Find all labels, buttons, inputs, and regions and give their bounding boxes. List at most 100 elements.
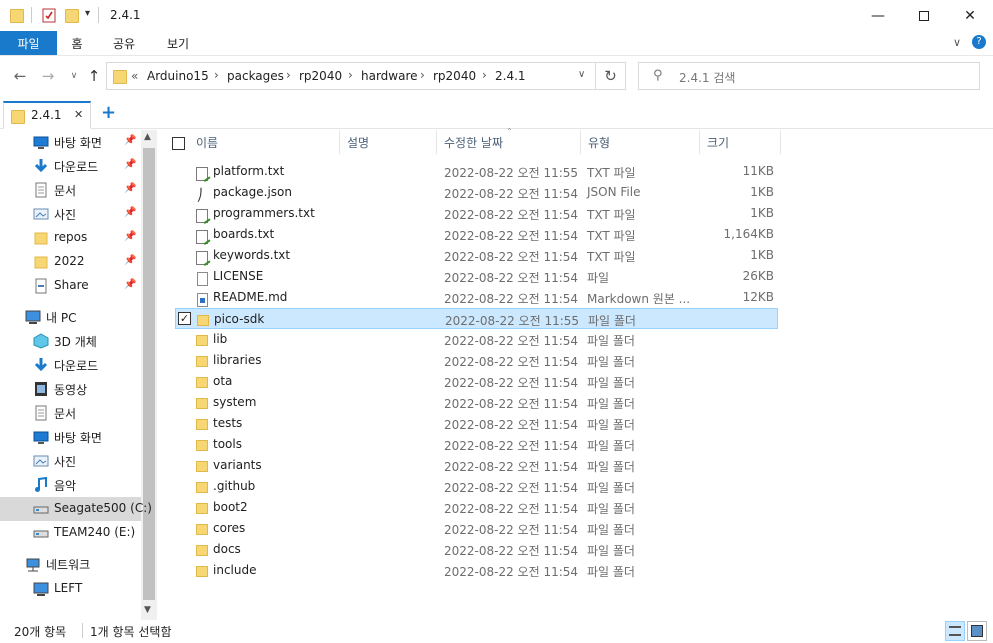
drive-icon (33, 501, 49, 517)
sidebar-this-pc-item[interactable]: TEAM240 (E:) (0, 521, 141, 545)
tab-home[interactable]: 홈 (62, 31, 92, 55)
breadcrumb-item[interactable]: rp2040 (299, 69, 342, 83)
arrow-left-icon: ← (13, 67, 27, 85)
sidebar-this-pc-item[interactable]: Seagate500 (C:) (0, 497, 152, 521)
customize-toolbar-icon[interactable]: ▾ (85, 8, 90, 19)
file-row[interactable]: lib 2022-08-22 오전 11:54 파일 폴더 (175, 329, 778, 350)
sidebar-this-pc-item[interactable]: 사진 (0, 449, 141, 473)
sidebar-quick-access-item[interactable]: 바탕 화면 📌 (0, 130, 141, 154)
up-button[interactable]: ↑ (84, 65, 104, 87)
sidebar-this-pc-item[interactable]: 음악 (0, 473, 141, 497)
pin-icon[interactable]: 📌 (124, 183, 136, 194)
breadcrumb-separator-icon[interactable]: › (482, 68, 487, 82)
scroll-up-icon[interactable]: ▲ (144, 132, 151, 142)
breadcrumb-item-current[interactable]: 2.4.1 (495, 69, 526, 83)
large-icons-view-button[interactable] (967, 621, 987, 641)
sidebar-quick-access-item[interactable]: 2022 📌 (0, 250, 141, 274)
folder-tab[interactable]: 2.4.1 ✕ (3, 101, 91, 129)
file-row[interactable]: platform.txt 2022-08-22 오전 11:55 TXT 파일 11K… (175, 161, 778, 182)
file-row[interactable]: include 2022-08-22 오전 11:54 파일 폴더 (175, 560, 778, 581)
column-header-description[interactable]: 설명 (341, 130, 437, 154)
file-row[interactable]: ⎠ package.json 2022-08-22 오전 11:54 JSON Fil… (175, 182, 778, 203)
pin-icon[interactable]: 📌 (124, 207, 136, 218)
close-tab-icon[interactable]: ✕ (74, 108, 83, 121)
column-header-type[interactable]: 유형 (582, 130, 700, 154)
minimize-button[interactable]: — (855, 0, 901, 31)
file-date: 2022-08-22 오전 11:54 (444, 460, 579, 474)
file-row[interactable]: tests 2022-08-22 오전 11:54 파일 폴더 (175, 413, 778, 434)
sidebar-scrollbar-thumb[interactable] (143, 148, 155, 600)
refresh-button[interactable]: ↻ (596, 62, 626, 90)
tab-view[interactable]: 보기 (160, 31, 196, 55)
file-row[interactable]: variants 2022-08-22 오전 11:54 파일 폴더 (175, 455, 778, 476)
sidebar-this-pc-item[interactable]: 다운로드 (0, 353, 141, 377)
breadcrumb-separator-icon[interactable]: › (420, 68, 425, 82)
pictures-icon (33, 453, 49, 469)
breadcrumb-overflow[interactable]: « (131, 69, 138, 83)
file-row[interactable]: tools 2022-08-22 오전 11:54 파일 폴더 (175, 434, 778, 455)
breadcrumb-separator-icon[interactable]: › (286, 68, 291, 82)
pin-icon[interactable]: 📌 (124, 279, 136, 290)
pin-icon[interactable]: 📌 (124, 159, 136, 170)
select-all-checkbox[interactable] (172, 137, 185, 150)
sidebar-quick-access-item[interactable]: 문서 📌 (0, 178, 141, 202)
file-row[interactable]: keywords.txt 2022-08-22 오전 11:54 TXT 파일 1KB (175, 245, 778, 266)
search-box[interactable]: ⚲ 2.4.1 검색 (638, 62, 980, 90)
sidebar-this-pc-item[interactable]: 3D 개체 (0, 329, 141, 353)
breadcrumb-item[interactable]: packages (227, 69, 284, 83)
column-header-size[interactable]: 크기 (701, 130, 781, 154)
properties-icon[interactable] (42, 7, 56, 23)
tab-file[interactable]: 파일 (0, 31, 57, 55)
file-row[interactable]: boards.txt 2022-08-22 오전 11:54 TXT 파일 1,164… (175, 224, 778, 245)
new-folder-icon[interactable] (64, 7, 79, 23)
file-row[interactable]: ota 2022-08-22 오전 11:54 파일 폴더 (175, 371, 778, 392)
sidebar-quick-access-item[interactable]: Share 📌 (0, 274, 141, 298)
sidebar-this-pc-item[interactable]: 동영상 (0, 377, 141, 401)
sidebar-quick-access-item[interactable]: repos 📌 (0, 226, 141, 250)
sidebar-network-item[interactable]: LEFT (0, 577, 141, 601)
close-button[interactable]: ✕ (947, 0, 993, 31)
sidebar-network[interactable]: 네트워크 (0, 552, 141, 576)
column-header-name[interactable]: 이름 (190, 130, 340, 154)
pin-icon[interactable]: 📌 (124, 255, 136, 266)
tab-share[interactable]: 공유 (106, 31, 142, 55)
sidebar-this-pc[interactable]: 내 PC (0, 305, 141, 329)
file-row[interactable]: LICENSE 2022-08-22 오전 11:54 파일 26KB (175, 266, 778, 287)
file-row[interactable]: README.md 2022-08-22 오전 11:54 Markdown 원본 … (175, 287, 778, 308)
row-checkbox[interactable]: ✓ (178, 312, 191, 325)
file-row[interactable]: programmers.txt 2022-08-22 오전 11:54 TXT 파일… (175, 203, 778, 224)
address-dropdown-icon[interactable]: ∨ (578, 69, 585, 80)
breadcrumb-item[interactable]: Arduino15 (147, 69, 209, 83)
help-icon[interactable]: ? (972, 35, 986, 49)
folder-icon[interactable] (9, 7, 24, 23)
sidebar-item-label: 네트워크 (46, 558, 91, 572)
file-row[interactable]: libraries 2022-08-22 오전 11:54 파일 폴더 (175, 350, 778, 371)
breadcrumb-item[interactable]: hardware (361, 69, 418, 83)
file-row[interactable]: docs 2022-08-22 오전 11:54 파일 폴더 (175, 539, 778, 560)
sidebar-quick-access-item[interactable]: 사진 📌 (0, 202, 141, 226)
breadcrumb-item[interactable]: rp2040 (433, 69, 476, 83)
breadcrumb-separator-icon[interactable]: › (348, 68, 353, 82)
scroll-down-icon[interactable]: ▼ (144, 605, 151, 615)
file-date: 2022-08-22 오전 11:54 (444, 544, 579, 558)
item-count: 20개 항목 (14, 625, 67, 639)
file-row[interactable]: boot2 2022-08-22 오전 11:54 파일 폴더 (175, 497, 778, 518)
sidebar-this-pc-item[interactable]: 문서 (0, 401, 141, 425)
breadcrumb-separator-icon[interactable]: › (214, 68, 219, 82)
file-row[interactable]: ✓ pico-sdk 2022-08-22 오전 11:55 파일 폴더 (175, 308, 778, 329)
back-button[interactable]: ← (10, 65, 30, 87)
sidebar-quick-access-item[interactable]: 다운로드 📌 (0, 154, 141, 178)
add-tab-icon[interactable]: + (101, 102, 116, 123)
pin-icon[interactable]: 📌 (124, 231, 136, 242)
address-bar[interactable]: « Arduino15 › packages › rp2040 › hardwa… (106, 62, 596, 90)
maximize-button[interactable] (901, 0, 947, 31)
pin-icon[interactable]: 📌 (124, 135, 136, 146)
expand-ribbon-icon[interactable]: ∨ (953, 36, 961, 49)
sidebar-this-pc-item[interactable]: 바탕 화면 (0, 425, 141, 449)
forward-button[interactable]: → (38, 65, 58, 87)
recent-locations-button[interactable]: ∨ (64, 65, 84, 87)
file-row[interactable]: system 2022-08-22 오전 11:54 파일 폴더 (175, 392, 778, 413)
file-row[interactable]: .github 2022-08-22 오전 11:54 파일 폴더 (175, 476, 778, 497)
file-row[interactable]: cores 2022-08-22 오전 11:54 파일 폴더 (175, 518, 778, 539)
details-view-button[interactable] (945, 621, 965, 641)
